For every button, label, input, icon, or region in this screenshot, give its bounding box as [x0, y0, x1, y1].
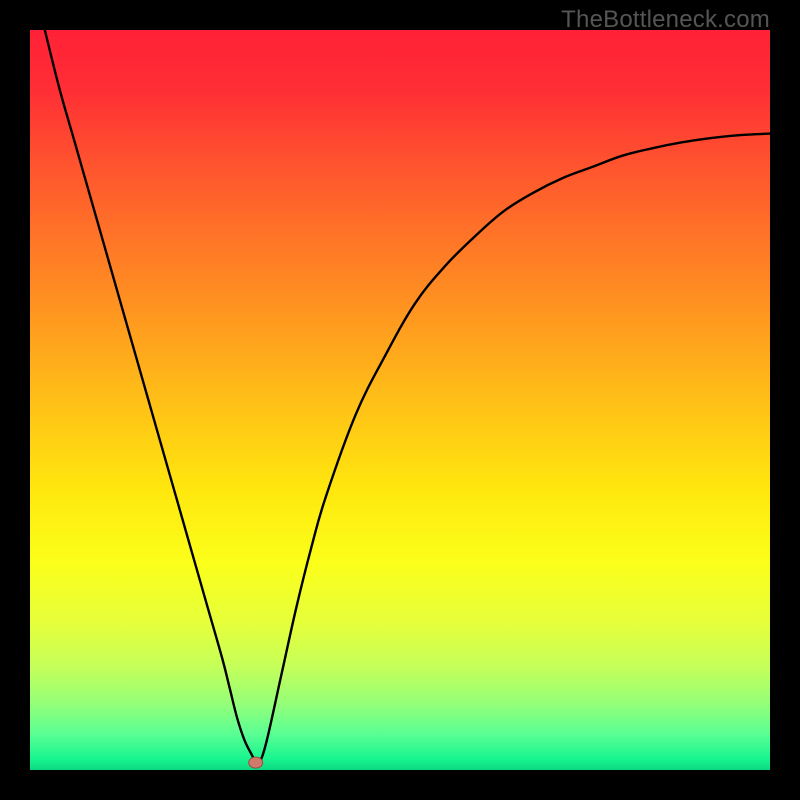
plot-area	[30, 30, 770, 770]
bottleneck-curve	[45, 30, 770, 765]
optimum-marker	[249, 757, 263, 768]
curve-layer	[30, 30, 770, 770]
chart-frame: TheBottleneck.com	[0, 0, 800, 800]
